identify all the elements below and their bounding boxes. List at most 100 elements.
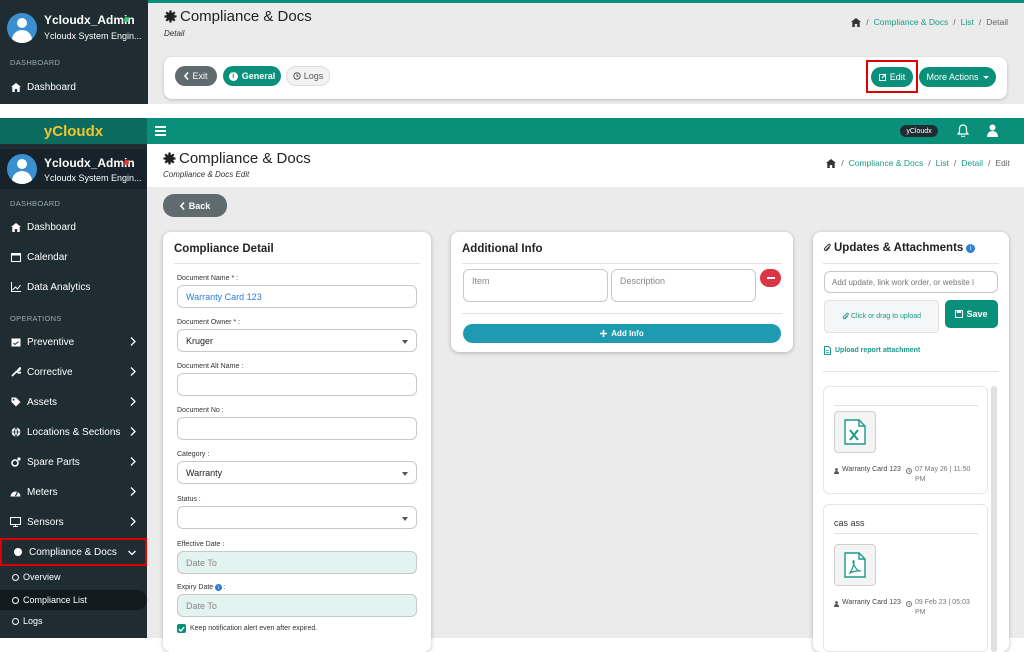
sidebar-item-calendar[interactable]: Calendar xyxy=(0,244,147,270)
sidebar-item-dashboard[interactable]: Dashboard xyxy=(0,74,147,100)
breadcrumb-link[interactable]: Compliance & Docs xyxy=(874,17,949,27)
document-no-input[interactable] xyxy=(177,417,417,440)
sidebar-item-label: Corrective xyxy=(27,366,73,378)
sidebar-item-label: Preventive xyxy=(27,336,75,348)
toolbar-card: Exit i General Logs Edit More Actions xyxy=(164,57,1007,99)
logs-tab[interactable]: Logs xyxy=(286,66,330,86)
remove-info-button[interactable] xyxy=(760,269,781,287)
edit-button[interactable]: Edit xyxy=(871,67,913,87)
sidebar-item-preventive[interactable]: Preventive xyxy=(0,329,147,355)
info-icon[interactable]: i xyxy=(215,584,223,591)
divider xyxy=(462,263,782,264)
save-button[interactable]: Save xyxy=(945,300,998,328)
top-panel: Ycloudx_Admin Ycloudx System Engin... DA… xyxy=(0,0,1024,104)
home-icon[interactable] xyxy=(826,158,837,168)
sidebar-subitem-logs[interactable]: Logs xyxy=(0,611,147,631)
sidebar-item-label: Data Analytics xyxy=(27,281,91,293)
add-info-button[interactable]: Add Info xyxy=(463,324,781,343)
status-select[interactable] xyxy=(177,506,417,529)
upload-report-link[interactable]: Upload report attachment xyxy=(824,346,920,355)
attachment-thumbnail[interactable] xyxy=(834,411,876,453)
exit-button[interactable]: Exit xyxy=(175,66,217,86)
circle-outline-icon xyxy=(12,617,19,625)
breadcrumb-link[interactable]: Detail xyxy=(961,158,983,168)
breadcrumb-link[interactable]: List xyxy=(936,158,949,168)
plus-icon xyxy=(600,330,608,337)
effective-date-label: Effective Date : xyxy=(177,541,225,548)
sidebar-subitem-label: Overview xyxy=(23,572,61,582)
monitor-icon xyxy=(10,517,21,528)
breadcrumb: / Compliance & Docs / List / Detail / Edit xyxy=(826,158,1010,168)
file-icon xyxy=(824,346,831,355)
breadcrumb-current: Edit xyxy=(995,158,1010,168)
attachment-thumbnail[interactable] xyxy=(834,544,876,586)
document-name-input[interactable]: Warranty Card 123 xyxy=(177,285,417,308)
tenant-badge[interactable]: yCloudx xyxy=(900,125,938,137)
status-label: Status : xyxy=(177,496,201,503)
sidebar-item-label: Locations & Sections xyxy=(27,426,121,438)
upload-dropzone[interactable]: Click or drag to upload xyxy=(824,300,939,333)
back-button[interactable]: Back xyxy=(163,194,227,217)
entry-timestamp: 07 May 26 | 11:50 PM xyxy=(906,465,976,485)
document-alt-name-input[interactable] xyxy=(177,373,417,396)
effective-date-input[interactable]: Date To xyxy=(177,551,417,574)
online-status-dot xyxy=(124,17,129,22)
sidebar-subitem-compliance-list[interactable]: Compliance List xyxy=(0,590,147,610)
keep-notification-checkbox[interactable] xyxy=(177,624,186,633)
breadcrumb-link[interactable]: List xyxy=(961,17,974,27)
nav-section-dashboard: DASHBOARD xyxy=(10,58,61,67)
entry-timestamp: 09 Feb 23 | 05:03 PM xyxy=(906,598,976,618)
sidebar-item-label: Compliance & Docs xyxy=(29,546,117,558)
avatar[interactable] xyxy=(7,13,37,43)
keep-notification-row: Keep notification alert even after expir… xyxy=(177,624,317,633)
info-icon[interactable]: i xyxy=(966,243,976,253)
line-chart-icon xyxy=(10,282,21,293)
clock-icon xyxy=(906,468,912,485)
sidebar-item-spare-parts[interactable]: Spare Parts xyxy=(0,449,147,475)
sidebar-item-corrective[interactable]: Corrective xyxy=(0,359,147,385)
document-name-label: Document Name * : xyxy=(177,275,239,282)
sidebar-item-locations[interactable]: Locations & Sections xyxy=(0,419,147,445)
user-icon xyxy=(834,468,839,475)
sidebar-item-data-analytics[interactable]: Data Analytics xyxy=(0,274,147,300)
sidebar-item-sensors[interactable]: Sensors xyxy=(0,509,147,535)
page-subtitle: Detail xyxy=(164,29,185,38)
sidebar-item-dashboard[interactable]: Dashboard xyxy=(0,214,147,240)
general-tab[interactable]: i General xyxy=(223,66,281,86)
sidebar-item-assets[interactable]: Assets xyxy=(0,389,147,415)
divider xyxy=(462,313,782,314)
home-icon[interactable] xyxy=(851,17,862,27)
description-textarea[interactable]: Description xyxy=(611,269,756,302)
scrollbar[interactable] xyxy=(991,386,997,652)
expiry-date-input[interactable]: Date To xyxy=(177,594,417,617)
breadcrumb-link[interactable]: Compliance & Docs xyxy=(849,158,924,168)
bell-icon[interactable] xyxy=(957,124,969,137)
document-owner-select[interactable]: Kruger xyxy=(177,329,417,352)
hamburger-menu-icon[interactable] xyxy=(155,126,166,136)
expiry-date-label: Expiry Date xyxy=(177,584,214,591)
chevron-left-icon xyxy=(184,72,190,80)
topbar: yCloudx yCloudx xyxy=(0,118,1024,144)
user-icon[interactable] xyxy=(987,124,998,137)
tag-icon xyxy=(10,397,21,408)
brand-logo[interactable]: yCloudx xyxy=(0,118,147,144)
sidebar-item-compliance[interactable]: Compliance & Docs xyxy=(0,538,147,566)
excel-file-icon xyxy=(844,419,866,445)
more-actions-button[interactable]: More Actions xyxy=(919,67,996,87)
update-entry: cas ass Warranty Card 123 09 Feb 23 | 05… xyxy=(823,504,988,652)
user-card[interactable]: Ycloudx_Admin Ycloudx System Engin... xyxy=(0,149,147,189)
info-icon: i xyxy=(228,71,238,81)
sidebar-item-meters[interactable]: Meters xyxy=(0,479,147,505)
category-select[interactable]: Warranty xyxy=(177,461,417,484)
expiry-date-colon: : xyxy=(223,584,226,591)
chevron-right-icon xyxy=(130,427,138,437)
panel-divider xyxy=(0,104,1024,118)
sidebar-item-label: Spare Parts xyxy=(27,456,80,468)
update-input[interactable]: Add update, link work order, or website … xyxy=(824,271,998,293)
sidebar: Ycloudx_Admin Ycloudx System Engin... DA… xyxy=(0,144,147,638)
sidebar-subitem-overview[interactable]: Overview xyxy=(0,567,147,587)
entry-author: Warranty Card 123 xyxy=(834,465,904,475)
item-textarea[interactable]: Item xyxy=(463,269,608,302)
chevron-right-icon xyxy=(130,517,138,527)
nav-section-dashboard: DASHBOARD xyxy=(10,199,61,208)
